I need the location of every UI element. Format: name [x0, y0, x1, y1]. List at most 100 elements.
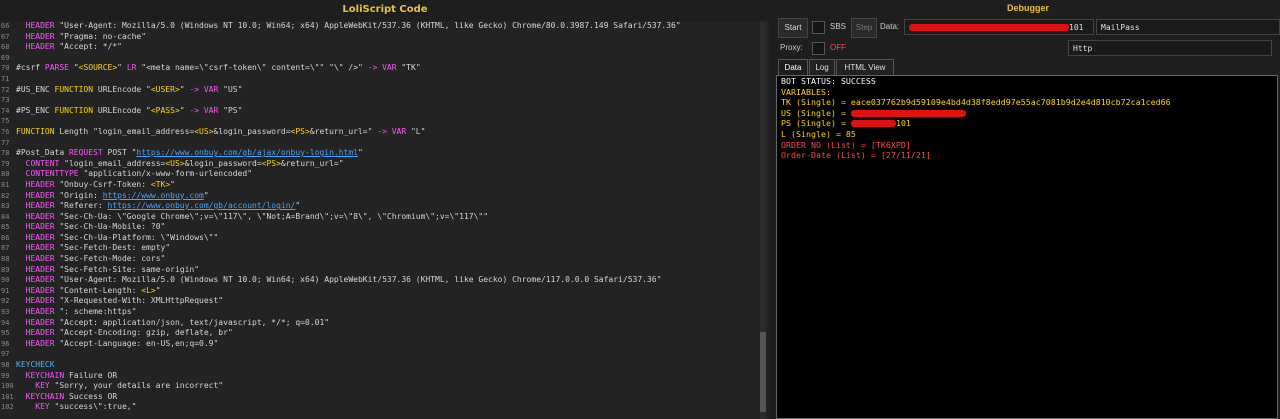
code-line-text: HEADER "Sec-Ch-Ua: \"Google Chrome\";v=\… — [25, 211, 489, 221]
line-number: 68 — [1, 43, 10, 52]
code-line[interactable]: 85 HEADER "Sec-Ch-Ua-Mobile: ?0" — [0, 222, 760, 233]
code-line-text: HEADER "User-Agent: Mozilla/5.0 (Windows… — [25, 275, 662, 285]
code-line[interactable]: 99 KEYCHAIN Failure OR — [0, 371, 760, 382]
code-line-text: HEADER "Accept: application/json, text/j… — [25, 317, 330, 327]
code-line[interactable]: 84 HEADER "Sec-Ch-Ua: \"Google Chrome\";… — [0, 212, 760, 223]
data-input[interactable]: 101 — [904, 19, 1094, 35]
code-line[interactable]: 76 FUNCTION Length "login_email_address=<… — [0, 127, 760, 138]
code-line[interactable]: 102 KEY "success\":true," — [0, 402, 760, 413]
code-line[interactable]: 93 HEADER ": scheme:https" — [0, 307, 760, 318]
code-line[interactable]: 69 — [0, 53, 760, 64]
code-line-text: HEADER "Sec-Ch-Ua-Mobile: ?0" — [25, 222, 166, 232]
code-line-text: FUNCTION Length "login_email_address=<US… — [16, 126, 426, 136]
tab-html-view[interactable]: HTML View — [836, 59, 894, 75]
line-number: 80 — [1, 170, 10, 179]
code-line-text: HEADER "Referer: https://www.onbuy.com/g… — [25, 201, 301, 211]
line-number: 91 — [1, 286, 10, 295]
code-line-text: HEADER "Accept-Language: en-US,en;q=0.9" — [25, 338, 219, 348]
code-line[interactable]: 95 HEADER "Accept-Encoding: gzip, deflat… — [0, 328, 760, 339]
data-type-select[interactable]: MailPass — [1096, 19, 1280, 35]
code-line-text: HEADER "Sec-Fetch-Dest: empty" — [25, 243, 171, 253]
redacted-ps — [850, 120, 896, 128]
code-editor[interactable]: 66 HEADER "User-Agent: Mozilla/5.0 (Wind… — [0, 21, 770, 419]
proxy-state: OFF — [830, 43, 846, 52]
line-number: 69 — [1, 53, 10, 62]
code-line[interactable]: 72 #US_ENC FUNCTION URLEncode "<USER>" ->… — [0, 85, 760, 96]
code-line[interactable]: 100 KEY "Sorry, your details are incorre… — [0, 381, 760, 392]
code-line[interactable]: 73 — [0, 95, 760, 106]
line-number: 102 — [1, 403, 14, 412]
code-line-text: HEADER "Sec-Fetch-Mode: cors" — [25, 254, 166, 264]
line-number: 97 — [1, 350, 10, 359]
line-number: 90 — [1, 276, 10, 285]
code-line[interactable]: 88 HEADER "Sec-Fetch-Mode: cors" — [0, 254, 760, 265]
line-number: 81 — [1, 180, 10, 189]
var-ps: PS (Single) = 101 — [781, 118, 911, 129]
code-line-text: HEADER "X-Requested-With: XMLHttpRequest… — [25, 296, 224, 306]
code-line-text: HEADER "Accept: */*" — [25, 42, 122, 52]
code-line[interactable]: 77 — [0, 138, 760, 149]
debugger-title: Debugger — [1006, 3, 1049, 13]
code-line[interactable]: 83 HEADER "Referer: https://www.onbuy.co… — [0, 201, 760, 212]
code-line-text: KEYCHAIN Success OR — [25, 391, 118, 401]
code-line[interactable]: 101 KEYCHAIN Success OR — [0, 392, 760, 403]
code-line[interactable]: 81 HEADER "Onbuy-Csrf-Token: <TK>" — [0, 180, 760, 191]
line-number: 67 — [1, 32, 10, 41]
code-line[interactable]: 94 HEADER "Accept: application/json, tex… — [0, 318, 760, 329]
line-number: 83 — [1, 202, 10, 211]
code-line[interactable]: 96 HEADER "Accept-Language: en-US,en;q=0… — [0, 339, 760, 350]
line-number: 85 — [1, 223, 10, 232]
code-line-text: #csrf PARSE "<SOURCE>" LR "<meta name=\"… — [16, 63, 421, 73]
sbs-label: SBS — [830, 22, 847, 31]
start-button[interactable]: Start — [778, 18, 808, 38]
code-line[interactable]: 75 — [0, 116, 760, 127]
code-line[interactable]: 90 HEADER "User-Agent: Mozilla/5.0 (Wind… — [0, 275, 760, 286]
var-us: US (Single) = — [777, 108, 1277, 119]
var-l: L (Single) = 85 — [781, 128, 856, 139]
code-line[interactable]: 71 — [0, 74, 760, 85]
tab-data[interactable]: Data — [778, 59, 808, 75]
editor-scrollbar-thumb[interactable] — [760, 332, 766, 412]
line-number: 98 — [1, 361, 10, 369]
code-line-text: HEADER "Pragma: no-cache" — [25, 31, 147, 41]
code-line[interactable]: 79 CONTENT "login_email_address=<US>&log… — [0, 159, 760, 170]
line-number: 73 — [1, 96, 10, 105]
code-line[interactable]: 80 CONTENTTYPE "application/x-www-form-u… — [0, 169, 760, 180]
code-line[interactable]: 89 HEADER "Sec-Fetch-Site: same-origin" — [0, 265, 760, 276]
code-line[interactable]: 97 — [0, 349, 760, 360]
var-order-no: ORDER NO (List) = [TK6XPD] — [781, 139, 911, 150]
sbs-checkbox[interactable] — [812, 21, 825, 34]
proxy-checkbox[interactable] — [812, 42, 825, 55]
code-line[interactable]: 78 #Post_Data REQUEST POST "https://www.o… — [0, 148, 760, 159]
proxy-type-select[interactable]: Http — [1068, 40, 1272, 56]
proxy-label: Proxy: — [780, 43, 803, 52]
code-line-text: HEADER "Content-Length: <L>" — [25, 285, 161, 295]
code-line[interactable]: 66 HEADER "User-Agent: Mozilla/5.0 (Wind… — [0, 21, 760, 32]
code-line[interactable]: 74 #PS_ENC FUNCTION URLEncode "<PASS>" ->… — [0, 106, 760, 117]
debugger-output: BOT STATUS: SUCCESS VARIABLES: TK (Singl… — [776, 75, 1278, 419]
code-line[interactable]: 92 HEADER "X-Requested-With: XMLHttpRequ… — [0, 296, 760, 307]
code-line[interactable]: 67 HEADER "Pragma: no-cache" — [0, 32, 760, 43]
code-lines[interactable]: 66 HEADER "User-Agent: Mozilla/5.0 (Wind… — [0, 21, 760, 413]
code-line[interactable]: 86 HEADER "Sec-Ch-Ua-Platform: \"Windows… — [0, 233, 760, 244]
line-number: 100 — [1, 382, 14, 391]
code-line[interactable]: 98 KEYCHECK — [0, 360, 760, 371]
bot-status: BOT STATUS: SUCCESS — [781, 76, 876, 86]
code-editor-panel: LoliScript Code 66 HEADER "User-Agent: M… — [0, 0, 770, 419]
step-button[interactable]: Step — [851, 18, 877, 38]
code-line-text: HEADER "Accept-Encoding: gzip, deflate, … — [25, 328, 233, 338]
line-number: 101 — [1, 392, 14, 401]
code-line[interactable]: 82 HEADER "Origin: https://www.onbuy.com… — [0, 191, 760, 202]
code-line[interactable]: 87 HEADER "Sec-Fetch-Dest: empty" — [0, 243, 760, 254]
code-line-text: HEADER "Sec-Fetch-Site: same-origin" — [25, 264, 200, 274]
tab-log[interactable]: Log — [809, 59, 835, 75]
code-line[interactable]: 70 #csrf PARSE "<SOURCE>" LR "<meta name=… — [0, 63, 760, 74]
line-number: 99 — [1, 371, 10, 380]
debugger-toolbar: Start SBS Step Data: 101 MailPass — [776, 17, 1280, 38]
line-number: 95 — [1, 329, 10, 338]
editor-scrollbar[interactable] — [760, 22, 766, 419]
code-line[interactable]: 68 HEADER "Accept: */*" — [0, 42, 760, 53]
code-line[interactable]: 91 HEADER "Content-Length: <L>" — [0, 286, 760, 297]
line-number: 77 — [1, 138, 10, 147]
code-line-text: HEADER "Onbuy-Csrf-Token: <TK>" — [25, 179, 175, 189]
